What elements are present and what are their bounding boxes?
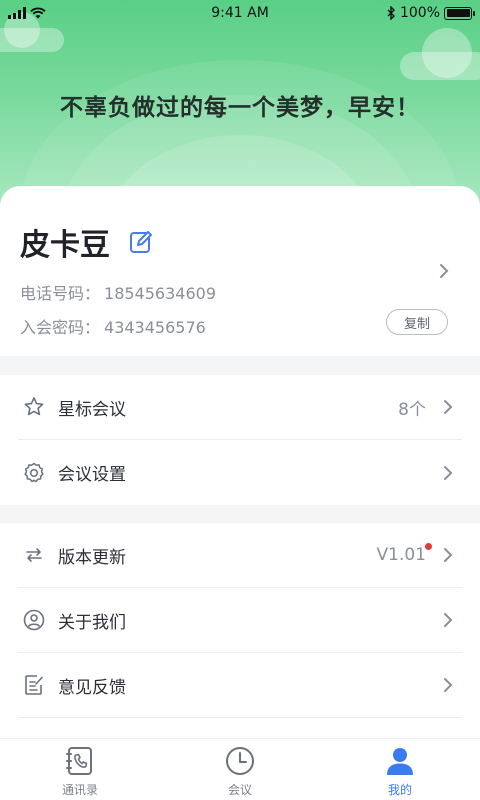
menu-item-label: 关于我们: [58, 612, 126, 633]
battery-icon: [444, 6, 475, 20]
menu-item-feedback[interactable]: 意见反馈: [18, 653, 462, 718]
chevron-right-icon: [442, 398, 454, 416]
star-icon: [22, 395, 46, 419]
chevron-right-icon[interactable]: [438, 262, 450, 280]
edit-icon[interactable]: [128, 229, 154, 255]
tab-profile[interactable]: 我的: [320, 739, 480, 800]
menu-item-label: 意见反馈: [58, 677, 126, 698]
battery-percent: 100%: [399, 5, 440, 21]
menu-item-label: 版本更新: [58, 547, 126, 568]
password-label: 入会密码：: [20, 318, 101, 337]
copy-button[interactable]: 复制: [386, 309, 448, 335]
cloud-decor: [400, 28, 480, 80]
version-number: V1.01: [376, 545, 426, 565]
phone-line: 电话号码： 18545634609: [20, 280, 216, 304]
greeting-text: 不辜负做过的每一个美梦，早安！: [60, 95, 420, 121]
bluetooth-icon: [387, 6, 395, 20]
starred-count: 8个: [398, 399, 426, 420]
feedback-icon: [22, 673, 46, 697]
meeting-password: 4343456576: [104, 318, 206, 337]
phone-number: 18545634609: [104, 284, 216, 303]
person-icon: [384, 745, 416, 777]
menu-group-secondary: 版本更新 V1.01 关于我们 意见反馈: [0, 523, 480, 739]
profile-card[interactable]: 皮卡豆 电话号码： 18545634609 入会密码： 4343456576 复制: [0, 186, 480, 356]
chevron-right-icon: [442, 611, 454, 629]
user-name: 皮卡豆: [20, 228, 110, 263]
bottom-tab-bar: 通讯录 会议 我的: [0, 738, 480, 800]
clock-icon: [224, 745, 256, 777]
chevron-right-icon: [442, 676, 454, 694]
tab-meetings[interactable]: 会议: [160, 739, 320, 800]
menu-item-starred-meetings[interactable]: 星标会议 8个: [18, 375, 462, 440]
password-line: 入会密码： 4343456576: [20, 314, 206, 338]
chevron-right-icon: [442, 464, 454, 482]
menu-item-meeting-settings[interactable]: 会议设置: [18, 440, 462, 505]
gear-icon: [22, 461, 46, 485]
tab-label: 会议: [227, 783, 252, 797]
chevron-right-icon: [442, 546, 454, 564]
status-bar: 9:41 AM 100%: [0, 0, 480, 26]
status-time: 9:41 AM: [211, 5, 269, 21]
sync-icon: [22, 543, 46, 567]
user-circle-icon: [22, 608, 46, 632]
contacts-icon: [64, 745, 96, 777]
tab-label: 通讯录: [61, 783, 98, 797]
cloud-decor: [0, 12, 64, 52]
tab-label: 我的: [387, 783, 412, 797]
wifi-icon: [30, 7, 46, 19]
signal-icon: [8, 7, 26, 19]
tab-contacts[interactable]: 通讯录: [0, 739, 160, 800]
menu-item-label: 会议设置: [58, 465, 126, 485]
phone-label: 电话号码：: [20, 284, 101, 303]
menu-group-primary: 星标会议 8个 会议设置: [0, 375, 480, 505]
menu-item-version-update[interactable]: 版本更新 V1.01: [18, 523, 462, 588]
update-badge: [425, 543, 432, 550]
menu-item-about-us[interactable]: 关于我们: [18, 588, 462, 653]
menu-item-label: 星标会议: [58, 399, 126, 420]
